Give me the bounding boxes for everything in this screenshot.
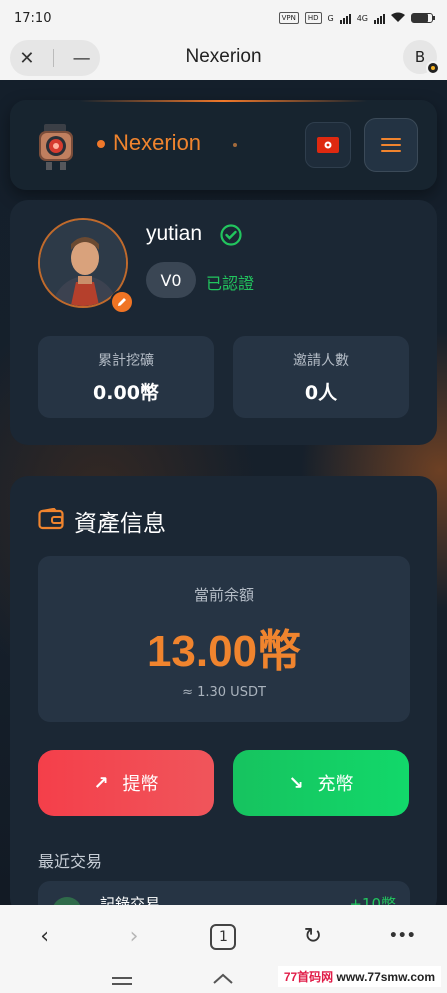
verified-label: 已認證 bbox=[206, 274, 255, 293]
assets-title: 資產信息 bbox=[74, 511, 166, 537]
wifi-icon bbox=[391, 12, 405, 25]
system-home-icon[interactable] bbox=[212, 973, 234, 993]
network-label-1: G bbox=[327, 13, 334, 23]
tab-count: 1 bbox=[210, 924, 237, 950]
browser-title: Nexerion bbox=[185, 46, 262, 67]
recent-transactions-title: 最近交易 bbox=[38, 852, 103, 871]
stat-label: 邀請人數 bbox=[293, 353, 349, 369]
tabs-button[interactable]: 1 bbox=[193, 922, 253, 950]
balance-usdt: ≈ 1.30 USDT bbox=[182, 685, 266, 700]
stat-label: 累計挖礦 bbox=[98, 353, 154, 369]
signal-icon bbox=[339, 13, 351, 24]
level-badge: V0 bbox=[146, 262, 196, 298]
arrow-up-right-icon: ↗ bbox=[93, 772, 109, 794]
page-content: Nexerion yutian V0 已認證 累計挖礦 0.00幣 邀請人數 0… bbox=[0, 80, 447, 905]
watermark-site: www.77smw.com bbox=[336, 970, 435, 984]
edit-avatar-button[interactable] bbox=[110, 290, 134, 314]
system-menu-icon[interactable] bbox=[112, 977, 132, 989]
profile-badge-icon bbox=[426, 61, 440, 75]
vpn-icon: VPN bbox=[278, 12, 299, 24]
withdraw-label: 提幣 bbox=[122, 774, 159, 795]
username: yutian bbox=[146, 222, 203, 245]
stat-mining-total: 累計挖礦 0.00幣 bbox=[38, 336, 214, 418]
arrow-down-right-icon: ↘ bbox=[288, 772, 304, 794]
transaction-amount: +10幣 bbox=[349, 895, 396, 905]
assets-card: 資產信息 當前余額 13.00幣 ≈ 1.30 USDT ↗ 提幣 ↘ 充幣 最… bbox=[10, 476, 437, 905]
brand-dot bbox=[97, 140, 105, 148]
status-bar: 17:10 VPN HD G 4G bbox=[0, 0, 447, 36]
brand-dot-small bbox=[233, 143, 237, 147]
deposit-label: 充幣 bbox=[317, 774, 354, 795]
status-time: 17:10 bbox=[14, 10, 52, 26]
brand-name: Nexerion bbox=[113, 130, 202, 155]
balance-value: 13.00幣 bbox=[146, 627, 302, 676]
header-accent-line bbox=[80, 100, 367, 102]
pencil-icon bbox=[118, 298, 126, 306]
forward-button[interactable]: › bbox=[104, 924, 164, 949]
menu-button[interactable] bbox=[364, 118, 418, 172]
profile-letter: B bbox=[414, 48, 426, 66]
stat-value: 0.00幣 bbox=[93, 382, 159, 404]
balance-box: 當前余額 13.00幣 ≈ 1.30 USDT bbox=[38, 556, 410, 722]
hd-icon: HD bbox=[304, 12, 322, 24]
browser-bottom-nav: ‹ › 1 ↻ ••• bbox=[0, 905, 447, 967]
stat-invite-count: 邀請人數 0人 bbox=[233, 336, 409, 418]
back-button[interactable]: ‹ bbox=[15, 924, 75, 949]
hamburger-menu-icon bbox=[381, 138, 401, 152]
browser-toolbar: ✕ — Nexerion B bbox=[0, 36, 447, 80]
withdraw-button[interactable]: ↗ 提幣 bbox=[38, 750, 214, 816]
watermark: 77首码网 www.77smw.com bbox=[277, 966, 441, 987]
wallet-icon bbox=[38, 508, 64, 530]
watermark-prefix: 77首码网 bbox=[283, 970, 334, 984]
balance-label: 當前余額 bbox=[193, 586, 254, 604]
robot-logo-icon[interactable] bbox=[32, 122, 82, 172]
language-button[interactable] bbox=[305, 122, 351, 168]
network-label-2: 4G bbox=[356, 13, 368, 23]
transaction-name: 記錄交易 bbox=[100, 895, 161, 905]
more-button[interactable]: ••• bbox=[372, 928, 432, 944]
stat-value: 0人 bbox=[304, 382, 338, 404]
verified-check-icon bbox=[220, 224, 242, 246]
hong-kong-flag-icon bbox=[317, 137, 339, 153]
browser-profile-button[interactable]: B bbox=[403, 40, 440, 75]
signal-icon-2 bbox=[374, 13, 385, 24]
reload-button[interactable]: ↻ bbox=[283, 924, 343, 949]
app-header: Nexerion bbox=[10, 100, 437, 190]
profile-card: yutian V0 已認證 累計挖礦 0.00幣 邀請人數 0人 bbox=[10, 200, 437, 445]
battery-icon bbox=[411, 13, 435, 23]
deposit-button[interactable]: ↘ 充幣 bbox=[233, 750, 409, 816]
transaction-row[interactable]: 記錄交易 +10幣 bbox=[38, 881, 410, 905]
transaction-icon bbox=[52, 897, 82, 905]
status-icons: VPN HD G 4G bbox=[278, 12, 435, 25]
